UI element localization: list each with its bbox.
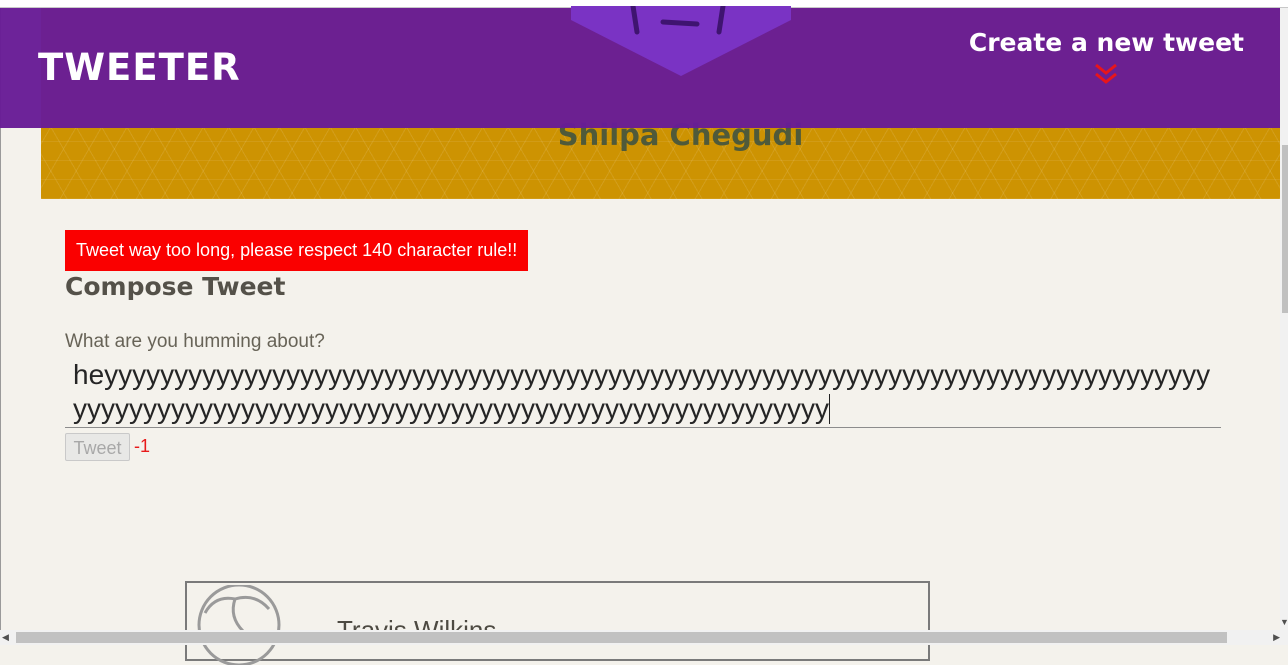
- compose-tweet-title: Compose Tweet: [65, 272, 286, 301]
- tweet-text-value: heyyyyyyyyyyyyyyyyyyyyyyyyyyyyyyyyyyyyyy…: [73, 359, 1211, 424]
- tweet-textarea[interactable]: heyyyyyyyyyyyyyyyyyyyyyyyyyyyyyyyyyyyyyy…: [65, 358, 1221, 428]
- app-logo[interactable]: TWEETER: [38, 46, 241, 89]
- tweet-prompt-label: What are you humming about?: [65, 331, 325, 352]
- scroll-down-arrow-icon[interactable]: ▼: [1280, 615, 1288, 629]
- scroll-left-arrow-icon[interactable]: ◀: [2, 630, 14, 645]
- tweet-card: Travis Wilkins: [185, 581, 930, 665]
- error-message: Tweet way too long, please respect 140 c…: [65, 230, 529, 271]
- scroll-right-arrow-icon[interactable]: ▶: [1268, 630, 1280, 645]
- create-new-tweet-label[interactable]: Create a new tweet: [969, 28, 1244, 57]
- double-chevron-down-icon[interactable]: [1093, 61, 1119, 87]
- horizontal-scrollbar-thumb[interactable]: [16, 632, 1227, 643]
- profile-avatar-icon: [571, 6, 791, 76]
- vertical-scrollbar-track[interactable]: [1280, 8, 1288, 630]
- character-counter: -1: [134, 436, 151, 456]
- top-nav: TWEETER Create a new tweet: [0, 6, 1288, 128]
- tweet-submit-button[interactable]: Tweet: [65, 433, 130, 461]
- create-new-tweet-toggle[interactable]: Create a new tweet: [969, 28, 1244, 87]
- vertical-scrollbar-thumb[interactable]: [1282, 145, 1288, 313]
- text-caret: [829, 394, 830, 424]
- user-avatar-icon: [197, 585, 281, 665]
